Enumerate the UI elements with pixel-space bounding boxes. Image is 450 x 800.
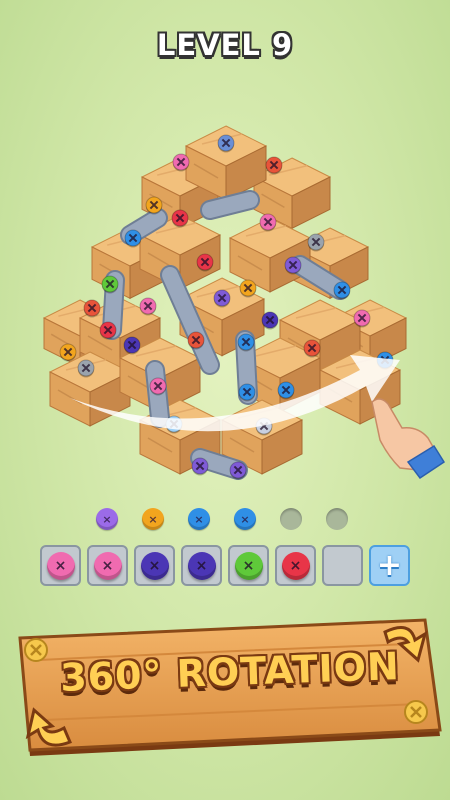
- screw-icon[interactable]: [237, 333, 255, 352]
- screw-icon[interactable]: [238, 383, 256, 402]
- screw-icon[interactable]: ×: [234, 551, 263, 580]
- screw-icon[interactable]: [191, 457, 209, 476]
- target-screw-icon: ×: [142, 508, 164, 530]
- rotation-banner: [18, 618, 442, 756]
- screw-icon[interactable]: [259, 213, 277, 232]
- slot: [322, 545, 363, 586]
- screw-icon[interactable]: [239, 279, 257, 298]
- screw-icon[interactable]: [59, 343, 77, 362]
- target-screw-row: × × × × × ×: [96, 508, 358, 536]
- screw-icon[interactable]: [171, 209, 189, 228]
- screw-icon[interactable]: [261, 311, 279, 330]
- slot: ×: [228, 545, 269, 586]
- screw-icon[interactable]: [145, 196, 163, 215]
- screw-icon[interactable]: [123, 336, 141, 355]
- screw-icon[interactable]: [307, 233, 325, 252]
- slot: ×: [275, 545, 316, 586]
- plus-icon: +: [376, 547, 403, 583]
- screw-icon[interactable]: [101, 275, 119, 294]
- screw-icon[interactable]: [83, 299, 101, 318]
- screw-icon[interactable]: [196, 253, 214, 272]
- screw-icon[interactable]: ×: [281, 551, 310, 580]
- screw-icon[interactable]: [217, 134, 235, 153]
- empty-hole-icon: ×: [280, 508, 302, 530]
- slot: ×: [134, 545, 175, 586]
- screw-icon[interactable]: [172, 153, 190, 172]
- nail-icon: [404, 700, 428, 724]
- screw-icon[interactable]: [265, 156, 283, 175]
- screw-icon[interactable]: ×: [46, 551, 75, 580]
- screw-icon[interactable]: [139, 297, 157, 316]
- target-screw-icon: ×: [188, 508, 210, 530]
- screw-icon[interactable]: [303, 339, 321, 358]
- target-screw-icon: ×: [234, 508, 256, 530]
- screw-icon[interactable]: [124, 229, 142, 248]
- screw-icon[interactable]: ×: [140, 551, 169, 580]
- add-slot-button[interactable]: +: [369, 545, 410, 586]
- slot: ×: [87, 545, 128, 586]
- empty-hole-icon: ×: [326, 508, 348, 530]
- screw-icon[interactable]: ×: [93, 551, 122, 580]
- screw-icon[interactable]: [229, 461, 247, 480]
- pointing-hand-icon: [371, 398, 446, 480]
- screw-slot-tray: × × × × × × +: [40, 545, 412, 591]
- screw-icon[interactable]: [333, 281, 351, 300]
- slot: ×: [181, 545, 222, 586]
- screw-icon[interactable]: [187, 331, 205, 350]
- puzzle-scene[interactable]: [0, 0, 450, 500]
- screw-icon[interactable]: [213, 289, 231, 308]
- screw-icon[interactable]: [284, 256, 302, 275]
- screw-icon[interactable]: [277, 381, 295, 400]
- screw-icon[interactable]: [77, 359, 95, 378]
- screw-icon[interactable]: ×: [187, 551, 216, 580]
- screw-icon[interactable]: [149, 377, 167, 396]
- screw-icon[interactable]: [99, 321, 117, 340]
- screw-icon[interactable]: [353, 309, 371, 328]
- target-screw-icon: ×: [96, 508, 118, 530]
- slot: ×: [40, 545, 81, 586]
